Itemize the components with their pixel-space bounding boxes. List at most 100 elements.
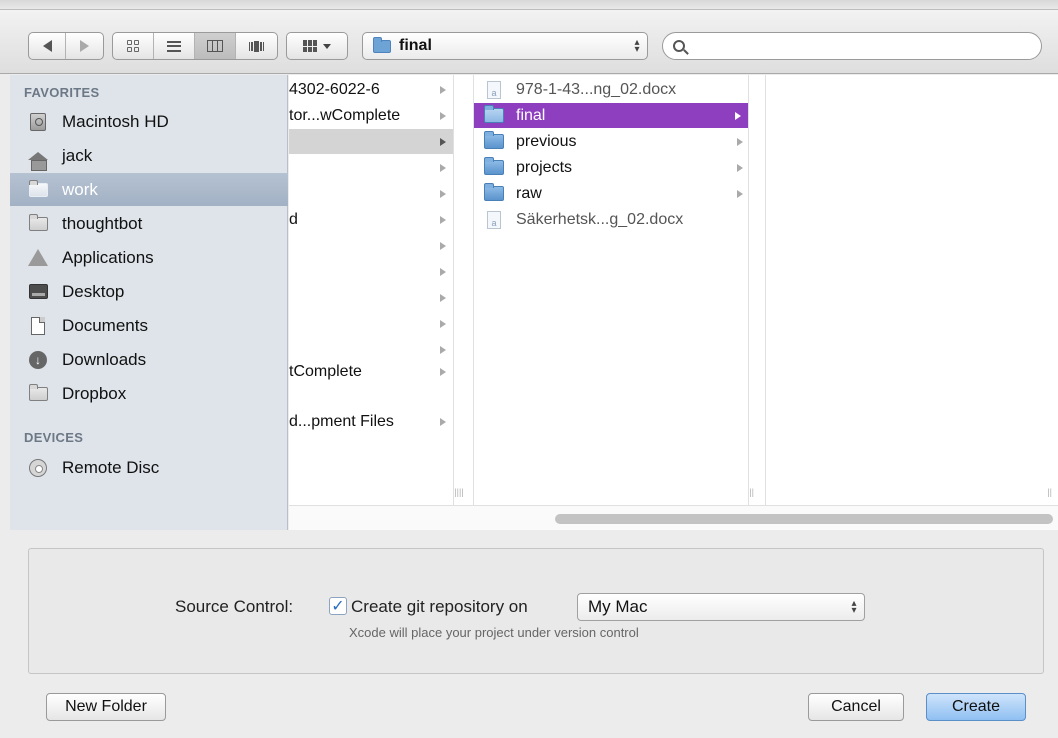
list-item[interactable] <box>289 129 453 154</box>
repository-location-select[interactable]: My Mac ▴ ▾ <box>577 593 865 621</box>
popup-arrows-icon: ▴ ▾ <box>634 37 640 55</box>
list-view-button[interactable] <box>154 33 195 59</box>
create-button[interactable]: Create <box>926 693 1026 721</box>
cover-flow-button[interactable] <box>236 33 277 59</box>
sidebar-item-applications[interactable]: Applications <box>10 241 288 274</box>
icon-view-icon <box>127 40 139 52</box>
sidebar-item-desktop[interactable]: Desktop <box>10 275 288 308</box>
downloads-icon: ↓ <box>29 350 47 369</box>
disclosure-arrow-icon <box>737 189 743 198</box>
forward-button[interactable] <box>66 33 103 59</box>
sidebar-item-label: Desktop <box>62 281 125 301</box>
disclosure-arrow-icon <box>440 319 446 328</box>
list-item[interactable] <box>289 311 453 336</box>
column-view-icon <box>207 40 223 52</box>
new-folder-button[interactable]: New Folder <box>46 693 166 721</box>
search-icon <box>673 40 685 52</box>
repository-location-value: My Mac <box>588 597 648 616</box>
source-control-label: Source Control: <box>175 597 294 616</box>
list-item[interactable] <box>289 181 453 206</box>
list-item[interactable]: projects <box>474 155 750 180</box>
document-icon: a <box>487 80 501 99</box>
folder-icon <box>28 179 48 197</box>
back-button[interactable] <box>29 33 66 59</box>
column-browser: 4302-6022-6 tor...wComplete d tComplete … <box>289 75 1058 530</box>
list-item[interactable]: tor...wComplete <box>289 103 453 128</box>
sidebar-item-label: Macintosh HD <box>62 111 169 131</box>
cancel-button[interactable]: Cancel <box>808 693 904 721</box>
cover-flow-icon <box>248 40 265 52</box>
documents-icon <box>31 316 45 335</box>
browser-column-1: 4302-6022-6 tor...wComplete d tComplete … <box>289 75 459 505</box>
list-item[interactable] <box>289 233 453 258</box>
path-popup-label: final <box>399 37 432 54</box>
create-git-repo-checkbox[interactable]: ✓ <box>329 597 347 615</box>
list-item[interactable]: raw <box>474 181 750 206</box>
column-resize-handle[interactable]: || <box>749 487 754 497</box>
disclosure-arrow-icon <box>440 367 446 376</box>
toolbar: final ▴ ▾ <box>0 10 1058 74</box>
sidebar-item-jack[interactable]: jack <box>10 139 288 172</box>
sidebar-item-label: work <box>62 179 98 199</box>
checkmark-icon: ✓ <box>331 598 345 615</box>
path-popup[interactable]: final ▴ ▾ <box>362 32 648 60</box>
back-forward-control <box>28 32 104 60</box>
disc-icon <box>29 458 47 477</box>
sidebar-item-thoughtbot[interactable]: thoughtbot <box>10 207 288 240</box>
sidebar-item-label: Dropbox <box>62 383 127 403</box>
list-item[interactable] <box>289 155 453 180</box>
sidebar-item-documents[interactable]: Documents <box>10 309 288 342</box>
create-git-repo-label[interactable]: Create git repository on <box>351 597 528 617</box>
list-item[interactable]: tComplete <box>289 359 453 384</box>
disclosure-arrow-icon <box>737 163 743 172</box>
list-item[interactable]: a 978-1-43...ng_02.docx <box>474 77 750 102</box>
forward-arrow-icon <box>80 40 89 52</box>
folder-icon <box>484 183 504 201</box>
sidebar-item-label: jack <box>62 145 93 165</box>
list-item[interactable]: 4302-6022-6 <box>289 77 453 102</box>
column-resize-handle[interactable]: || <box>1047 487 1052 497</box>
column-resize-handle[interactable]: || <box>459 487 464 497</box>
sidebar-item-work[interactable]: work <box>10 173 288 206</box>
devices-header: DEVICES <box>24 430 84 445</box>
list-item[interactable] <box>289 259 453 284</box>
column-view-button[interactable] <box>195 33 236 59</box>
sidebar-item-dropbox[interactable]: Dropbox <box>10 377 288 410</box>
sidebar: FAVORITES Macintosh HD jack work thought… <box>10 75 288 530</box>
horizontal-scrollbar[interactable] <box>289 505 1058 530</box>
search-input[interactable] <box>693 38 1041 54</box>
folder-icon <box>484 131 504 149</box>
browser-column-2: a 978-1-43...ng_02.docx final previous p… <box>459 75 754 505</box>
folder-icon <box>28 213 48 231</box>
list-item[interactable]: d...pment Files <box>289 409 453 434</box>
icon-view-button[interactable] <box>113 33 154 59</box>
list-item[interactable]: a Säkerhetsk...g_02.docx <box>474 207 750 232</box>
scrollbar-thumb[interactable] <box>555 514 1053 524</box>
disclosure-arrow-icon <box>440 111 446 120</box>
disclosure-arrow-icon <box>440 345 446 354</box>
arrange-menu-button[interactable] <box>286 32 348 60</box>
disclosure-arrow-icon <box>440 163 446 172</box>
list-item[interactable] <box>289 385 453 410</box>
disclosure-arrow-icon <box>440 85 446 94</box>
sidebar-item-label: thoughtbot <box>62 213 143 233</box>
list-item[interactable]: final <box>474 103 748 128</box>
sidebar-item-remote-disc[interactable]: Remote Disc <box>10 451 288 484</box>
list-item[interactable]: previous <box>474 129 750 154</box>
folder-icon <box>484 157 504 175</box>
list-item[interactable] <box>289 285 453 310</box>
source-control-hint: Xcode will place your project under vers… <box>349 625 639 640</box>
disclosure-arrow-icon <box>440 215 446 224</box>
disclosure-arrow-icon <box>440 417 446 426</box>
window-top-edge <box>0 0 1058 10</box>
view-mode-control <box>112 32 278 60</box>
sidebar-item-macintosh-hd[interactable]: Macintosh HD <box>10 105 288 138</box>
back-arrow-icon <box>42 40 52 52</box>
disclosure-arrow-icon <box>440 241 446 250</box>
disclosure-arrow-icon <box>735 111 741 120</box>
list-view-icon <box>167 40 181 52</box>
list-item[interactable]: d <box>289 207 453 232</box>
sidebar-item-downloads[interactable]: ↓ Downloads <box>10 343 288 376</box>
disclosure-arrow-icon <box>737 137 743 146</box>
sidebar-item-label: Remote Disc <box>62 457 160 477</box>
